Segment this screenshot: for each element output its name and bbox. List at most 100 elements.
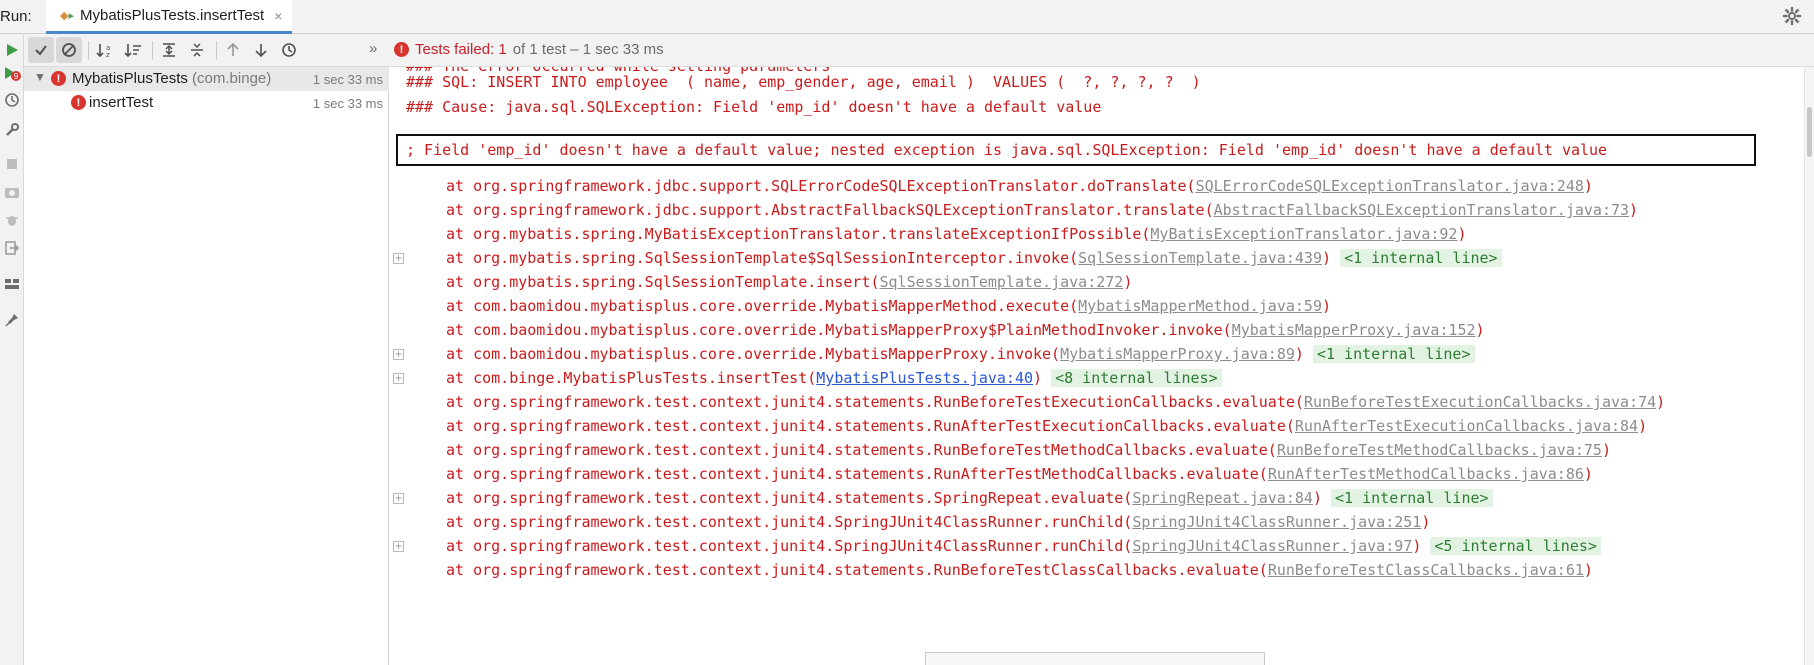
source-link[interactable]: SqlSessionTemplate.java:272 [879,273,1123,291]
internal-lines-badge[interactable]: <1 internal line> [1331,489,1493,507]
stack-frame: at org.springframework.test.context.juni… [446,511,1430,533]
rerun-icon[interactable] [2,40,22,60]
show-ignored-button[interactable] [56,37,82,63]
toolbar-separator [88,41,89,60]
show-passed-button[interactable] [28,37,54,63]
tree-item-mybatisplustests[interactable]: ▼ ! MybatisPlusTests (com.binge) 1 sec 3… [24,67,389,91]
source-link[interactable]: MybatisMapperProxy.java:89 [1060,345,1295,363]
console-line-highlighted: ; Field 'emp_id' doesn't have a default … [406,141,1608,159]
stack-frame-end: ) [1322,297,1332,315]
wrench-icon[interactable] [2,120,22,140]
gear-icon[interactable] [1782,6,1802,26]
sort-duration-icon [124,44,141,58]
next-failed-button[interactable] [248,37,274,63]
fold-expand-icon[interactable]: + [393,541,404,552]
tree-item-time: 1 sec 33 ms [312,72,383,87]
source-link[interactable]: SpringJUnit4ClassRunner.java:97 [1132,537,1412,555]
source-link[interactable]: MybatisMapperMethod.java:59 [1078,297,1322,315]
stack-frame-method: at com.binge.MybatisPlusTests.insertTest… [446,369,817,387]
pin-icon[interactable] [2,310,22,330]
stack-frame: at org.springframework.test.context.juni… [446,487,1493,509]
collapse-all-button[interactable] [184,37,210,63]
source-link[interactable]: SqlSessionTemplate.java:439 [1078,249,1322,267]
stack-frame-method: at org.springframework.test.context.juni… [446,465,1268,483]
run-header: Run: ◆▸ MybatisPlusTests.insertTest × [0,0,1814,34]
source-link[interactable]: MybatisPlusTests.java:40 [816,369,1033,387]
close-icon[interactable]: × [274,8,282,24]
internal-lines-badge[interactable]: <1 internal line> [1312,345,1475,363]
stack-frame: at com.baomidou.mybatisplus.core.overrid… [446,319,1485,341]
tree-item-name: insertTest [89,94,154,111]
svg-text:9: 9 [13,72,18,81]
expand-all-button[interactable] [156,37,182,63]
run-side-toolbar: 9 [0,34,24,665]
layout-icon[interactable] [2,274,22,294]
internal-lines-badge[interactable]: <8 internal lines> [1051,369,1222,387]
console-output[interactable]: ### The error occurred while setting par… [390,67,1814,665]
sort-alphabetically-button[interactable]: az [92,37,118,63]
previous-failed-button[interactable] [220,37,246,63]
status-failed: Tests failed: 1 [415,41,507,58]
error-icon: ! [71,95,86,110]
chevron-down-icon[interactable]: ▼ [34,70,46,84]
stack-frame: at org.springframework.test.context.juni… [446,391,1665,413]
source-link[interactable]: SQLErrorCodeSQLExceptionTranslator.java:… [1196,177,1584,195]
scrollbar-thumb[interactable] [1807,107,1812,157]
tooltip-popup [925,652,1265,665]
error-icon: ! [51,71,66,86]
stack-frame: at org.springframework.test.context.juni… [446,559,1593,581]
stack-frame-method: at com.baomidou.mybatisplus.core.overrid… [446,297,1079,315]
fold-expand-icon[interactable]: + [393,493,404,504]
stack-frame-end: ) [1601,441,1611,459]
stack-frame-method: at org.springframework.test.context.juni… [446,489,1133,507]
exit-icon[interactable] [2,238,22,258]
stack-frame-method: at org.springframework.test.context.juni… [446,537,1133,555]
check-icon [35,45,47,56]
fold-expand-icon[interactable]: + [393,373,404,384]
toggle-auto-test-icon[interactable] [2,90,22,110]
vertical-scrollbar[interactable] [1804,67,1814,665]
source-link[interactable]: AbstractFallbackSQLExceptionTranslator.j… [1214,201,1629,219]
fold-expand-icon[interactable]: + [393,349,404,360]
rerun-failed-icon[interactable]: 9 [2,64,22,84]
source-link[interactable]: RunBeforeTestMethodCallbacks.java:75 [1277,441,1602,459]
stop-icon[interactable] [2,154,22,174]
stack-frame-method: at com.baomidou.mybatisplus.core.overrid… [446,345,1061,363]
stack-frame-method: at org.springframework.jdbc.support.SQLE… [446,177,1196,195]
test-config-icon: ◆▸ [60,10,74,22]
run-tab-title: MybatisPlusTests.insertTest [80,7,265,24]
stack-frame: at org.mybatis.spring.SqlSessionTemplate… [446,271,1132,293]
camera-icon[interactable] [2,182,22,202]
tree-item-name: MybatisPlusTests [72,70,188,87]
source-link[interactable]: MyBatisExceptionTranslator.java:92 [1150,225,1457,243]
source-link[interactable]: RunBeforeTestExecutionCallbacks.java:74 [1304,393,1656,411]
more-actions-chevron[interactable]: » [369,40,377,57]
tree-item-inserttest[interactable]: ! insertTest 1 sec 33 ms [24,91,389,115]
stack-frame-end: ) [1322,249,1332,267]
internal-lines-badge[interactable]: <5 internal lines> [1430,537,1601,555]
stack-frame-end: ) [1457,225,1467,243]
stack-frame-end: ) [1656,393,1666,411]
toolbar-separator [216,41,217,60]
status-summary: of 1 test – 1 sec 33 ms [512,41,664,58]
source-link[interactable]: SpringJUnit4ClassRunner.java:251 [1132,513,1421,531]
source-link[interactable]: RunAfterTestMethodCallbacks.java:86 [1268,465,1584,483]
internal-lines-badge[interactable]: <1 internal line> [1340,249,1502,267]
test-status: ! Tests failed: 1 of 1 test – 1 sec 33 m… [394,41,664,58]
test-history-button[interactable] [276,37,302,63]
stack-frame-end: ) [1583,561,1593,579]
arrow-down-icon [255,44,267,58]
stack-frame-end: ) [1583,465,1593,483]
stack-frame-method: at org.mybatis.spring.SqlSessionTemplate… [446,273,880,291]
ignored-icon [62,43,76,57]
sort-alpha-icon: az [96,44,110,58]
sort-by-duration-button[interactable] [120,37,146,63]
svg-text:z: z [106,51,110,58]
fold-expand-icon[interactable]: + [393,253,404,264]
source-link[interactable]: SpringRepeat.java:84 [1132,489,1313,507]
debug-icon[interactable] [2,210,22,230]
source-link[interactable]: RunAfterTestExecutionCallbacks.java:84 [1295,417,1638,435]
source-link[interactable]: MybatisMapperProxy.java:152 [1232,321,1476,339]
run-tab[interactable]: ◆▸ MybatisPlusTests.insertTest × [46,0,293,34]
source-link[interactable]: RunBeforeTestClassCallbacks.java:61 [1268,561,1584,579]
